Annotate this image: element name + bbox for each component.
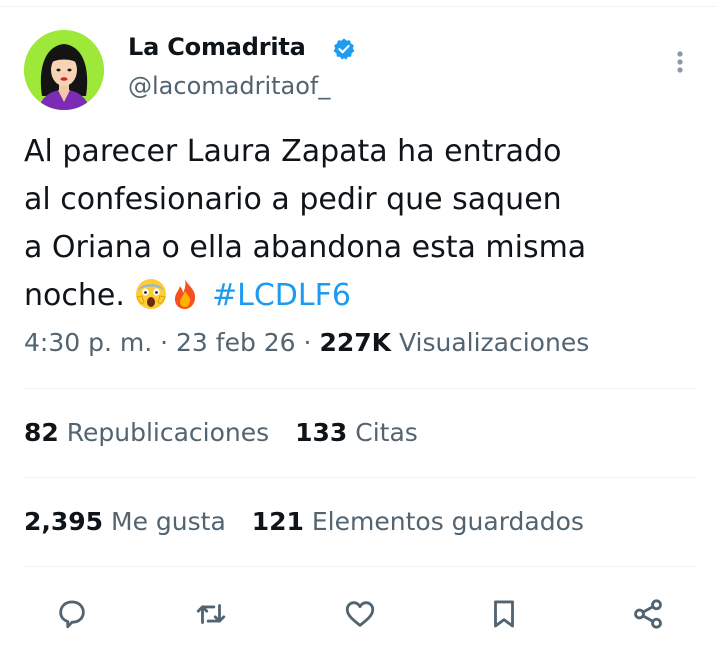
quotes-stat[interactable]: 133 Citas <box>295 418 418 447</box>
views-label: Visualizaciones <box>398 328 590 357</box>
quotes-label: Citas <box>355 418 418 447</box>
author-name[interactable]: La Comadrita <box>128 33 306 61</box>
avatar[interactable] <box>24 30 104 110</box>
bookmarks-count: 121 <box>251 507 304 536</box>
share-icon[interactable] <box>626 592 670 636</box>
divider <box>24 388 696 389</box>
likes-count: 2,395 <box>24 507 104 536</box>
bookmark-icon[interactable] <box>482 592 526 636</box>
bookmarks-stat[interactable]: 121 Elementos guardados <box>252 507 584 536</box>
tweet-date[interactable]: 23 feb 26 <box>176 328 296 357</box>
meta-separator: · <box>160 328 169 357</box>
views-count: 227K <box>319 328 392 357</box>
author-handle[interactable]: @lacomadritaof_ <box>128 72 330 100</box>
tweet-line: Al parecer Laura Zapata ha entrado <box>24 134 562 169</box>
reposts-stat[interactable]: 82 Republicaciones <box>24 418 277 447</box>
reposts-label: Republicaciones <box>66 418 270 447</box>
stats-row: 82 Republicaciones 133 Citas <box>24 418 436 447</box>
likes-label: Me gusta <box>111 507 226 536</box>
hashtag-link[interactable]: #LCDLF6 <box>212 278 351 313</box>
more-options-icon[interactable] <box>668 46 692 78</box>
quotes-count: 133 <box>295 418 348 447</box>
top-divider <box>0 6 717 7</box>
action-bar <box>0 592 717 636</box>
stats-row: 2,395 Me gusta 121 Elementos guardados <box>24 507 602 536</box>
like-icon[interactable] <box>338 592 382 636</box>
divider <box>24 477 696 478</box>
bookmarks-label: Elementos guardados <box>311 507 584 536</box>
face-screaming-emoji-icon <box>134 277 168 311</box>
reposts-count: 82 <box>24 418 59 447</box>
tweet-line: noche. <box>24 278 125 313</box>
tweet-time[interactable]: 4:30 p. m. <box>24 328 152 357</box>
verified-badge-icon <box>332 37 356 61</box>
tweet-line: al confesionario a pedir que saquen <box>24 182 562 217</box>
tweet-line-last: noche. #LCDLF6 <box>24 272 674 320</box>
reply-icon[interactable] <box>50 592 94 636</box>
tweet-line: a Oriana o ella abandona esta misma <box>24 230 587 265</box>
fire-emoji-icon <box>168 277 202 311</box>
avatar-illustration <box>24 30 104 110</box>
tweet-meta: 4:30 p. m. · 23 feb 26 · 227K Visualizac… <box>24 328 589 357</box>
likes-stat[interactable]: 2,395 Me gusta <box>24 507 234 536</box>
tweet-text: Al parecer Laura Zapata ha entrado al co… <box>24 128 674 320</box>
repost-icon[interactable] <box>189 592 233 636</box>
divider <box>24 566 696 567</box>
meta-separator: · <box>303 328 312 357</box>
